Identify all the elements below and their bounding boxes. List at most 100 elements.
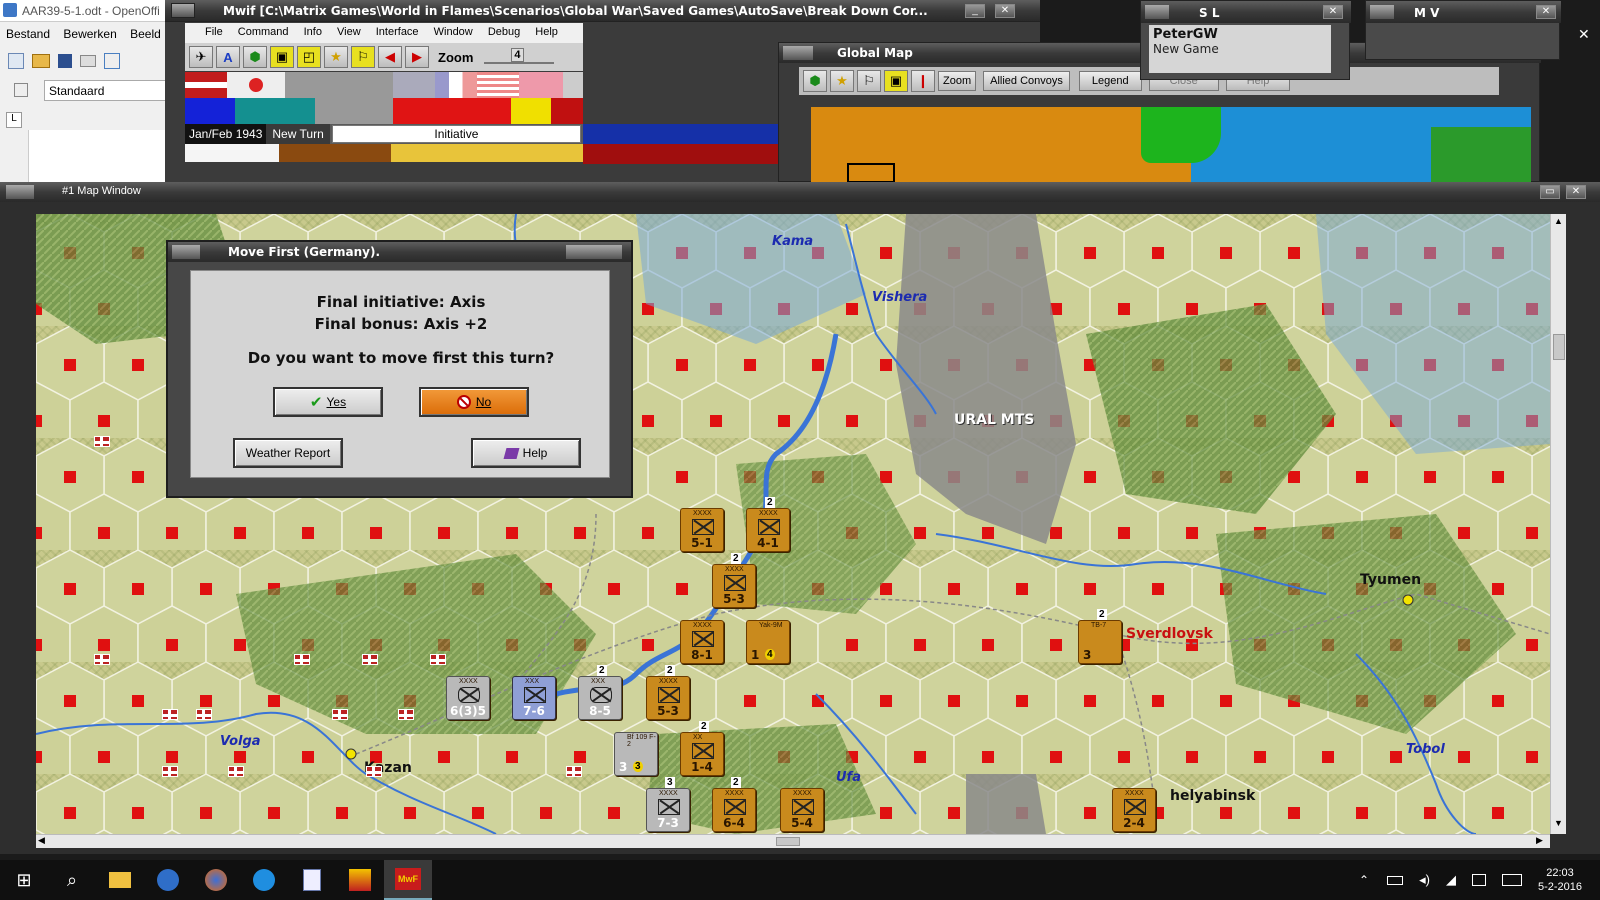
germany-flag-icon[interactable] bbox=[185, 72, 227, 98]
unit-counter[interactable]: XXXX 5-3 2 bbox=[712, 553, 756, 608]
document-app-icon[interactable] bbox=[288, 860, 336, 900]
britain-flag-icon[interactable] bbox=[393, 72, 435, 98]
unit-counter[interactable]: XXXX 8-1 bbox=[680, 620, 724, 664]
player-mv-close-button[interactable]: ✕ bbox=[1536, 5, 1556, 19]
player-sl-window-icon[interactable] bbox=[1145, 5, 1169, 19]
close-button[interactable]: ✕ bbox=[995, 4, 1015, 18]
map-window-icon[interactable] bbox=[6, 185, 34, 199]
menu-command[interactable]: Command bbox=[238, 26, 289, 38]
gm-flag-icon[interactable]: ⚐ bbox=[857, 70, 881, 92]
menu-window[interactable]: Window bbox=[434, 26, 473, 38]
clock[interactable]: 22:03 5-2-2016 bbox=[1538, 866, 1582, 894]
star-icon[interactable]: ★ bbox=[324, 46, 348, 68]
desktop-close-icon[interactable]: ✕ bbox=[1578, 26, 1590, 43]
italy-flag-icon[interactable] bbox=[285, 72, 393, 98]
edit-icon[interactable] bbox=[104, 53, 120, 69]
ussr-flag-icon[interactable] bbox=[519, 72, 563, 98]
unit-counter[interactable]: XX 1-4 2 bbox=[680, 721, 724, 776]
menu-view[interactable]: View bbox=[337, 26, 361, 38]
global-map-view[interactable] bbox=[811, 107, 1531, 183]
arrow-left-icon[interactable]: ◀ bbox=[378, 46, 402, 68]
search-icon[interactable]: ⌕ bbox=[48, 860, 96, 900]
yes-button[interactable]: ✔ Yes bbox=[273, 387, 383, 417]
map-minimize-button[interactable]: ▭ bbox=[1540, 185, 1560, 199]
file-explorer-icon[interactable] bbox=[96, 860, 144, 900]
player-mv-window-icon[interactable] bbox=[1370, 5, 1394, 19]
firefox-icon[interactable] bbox=[192, 860, 240, 900]
menu-debug[interactable]: Debug bbox=[488, 26, 520, 38]
help-button[interactable]: Help bbox=[471, 438, 581, 468]
map-vertical-scrollbar[interactable]: ▲ ▼ bbox=[1550, 214, 1566, 834]
unit-counter[interactable]: XXXX 5-1 bbox=[680, 508, 724, 552]
unit-counter[interactable]: XXXX 5-4 bbox=[780, 788, 824, 832]
no-button[interactable]: No bbox=[419, 387, 529, 417]
mwif-window-icon[interactable] bbox=[171, 3, 195, 18]
volume-icon[interactable]: ◂) bbox=[1419, 872, 1430, 888]
letter-a-icon[interactable]: A bbox=[216, 46, 240, 68]
unit-counter[interactable]: XXXX 6(3)5 bbox=[446, 676, 490, 720]
scroll-thumb-v[interactable] bbox=[1553, 334, 1565, 360]
notifications-icon[interactable] bbox=[1471, 874, 1486, 886]
unit-counter[interactable]: Yak-9M 1 4 bbox=[746, 620, 790, 664]
france-flag-icon[interactable] bbox=[435, 72, 477, 98]
gm-star-icon[interactable]: ★ bbox=[830, 70, 854, 92]
minimize-button[interactable]: _ bbox=[965, 4, 985, 18]
globe-browser-icon[interactable] bbox=[144, 860, 192, 900]
japan-flag-icon[interactable] bbox=[227, 72, 285, 98]
wifi-icon[interactable]: ◢ bbox=[1446, 872, 1456, 888]
hex-icon[interactable]: ⬢ bbox=[243, 46, 267, 68]
arrow-right-icon[interactable]: ▶ bbox=[405, 46, 429, 68]
scroll-thumb-h[interactable] bbox=[776, 837, 800, 846]
windows-start-icon[interactable]: ⊞ bbox=[0, 860, 48, 900]
unit-counter[interactable]: XXXX 7-3 3 bbox=[646, 777, 690, 832]
plane-tool-icon[interactable]: ✈ bbox=[189, 46, 213, 68]
openoffice-menu-bewerken[interactable]: Bewerken bbox=[63, 27, 116, 41]
keyboard-icon[interactable] bbox=[1501, 874, 1522, 886]
styles-icon[interactable] bbox=[14, 83, 28, 97]
zoom-slider[interactable]: 4 bbox=[484, 48, 555, 64]
unit-counter[interactable]: XXX 7-6 bbox=[512, 676, 556, 720]
scroll-up-icon[interactable]: ▲ bbox=[1554, 216, 1563, 226]
gm-legend-button[interactable]: Legend bbox=[1078, 71, 1142, 91]
menu-interface[interactable]: Interface bbox=[376, 26, 419, 38]
gm-zoom-button[interactable]: Zoom bbox=[938, 71, 977, 91]
scroll-down-icon[interactable]: ▼ bbox=[1554, 818, 1563, 828]
player-sl-close-button[interactable]: ✕ bbox=[1323, 5, 1343, 19]
mwif-app-icon[interactable]: MwF bbox=[384, 860, 432, 900]
open-folder-icon[interactable] bbox=[32, 54, 50, 68]
menu-info[interactable]: Info bbox=[304, 26, 322, 38]
unit-counter[interactable]: XXX 8-5 2 bbox=[578, 665, 622, 720]
unit-counter[interactable]: Bf 109 F-2 3 3 bbox=[614, 732, 658, 776]
counter-icon[interactable]: ◰ bbox=[297, 46, 321, 68]
unit-counter[interactable]: XXXX 4-1 2 bbox=[746, 497, 790, 552]
map-horizontal-scrollbar[interactable]: ◀ ▶ bbox=[36, 834, 1550, 848]
save-icon[interactable] bbox=[58, 54, 72, 68]
unit-icon[interactable]: ▣ bbox=[270, 46, 294, 68]
gm-thermometer-icon[interactable]: ❙ bbox=[911, 70, 935, 92]
paragraph-style-field[interactable]: Standaard bbox=[44, 80, 166, 101]
messenger-icon[interactable] bbox=[240, 860, 288, 900]
menu-help[interactable]: Help bbox=[535, 26, 558, 38]
openoffice-menu-bestand[interactable]: Bestand bbox=[6, 27, 50, 41]
map-close-button[interactable]: ✕ bbox=[1566, 185, 1586, 199]
tray-chevron-icon[interactable]: ⌃ bbox=[1359, 873, 1369, 887]
dialog-window-icon[interactable] bbox=[172, 245, 200, 259]
weather-report-button[interactable]: Weather Report bbox=[233, 438, 343, 468]
scroll-right-icon[interactable]: ▶ bbox=[1536, 835, 1543, 846]
china-flag-icon[interactable] bbox=[563, 72, 583, 98]
unit-counter[interactable]: XXXX 6-4 2 bbox=[712, 777, 756, 832]
flag-icon[interactable]: ⚐ bbox=[351, 46, 375, 68]
gm-allied-convoys-button[interactable]: Allied Convoys bbox=[983, 71, 1070, 91]
unit-counter[interactable]: TB-7 3 2 bbox=[1078, 609, 1122, 664]
gm-hex-icon[interactable]: ⬢ bbox=[803, 70, 827, 92]
mail-icon[interactable] bbox=[80, 55, 96, 67]
new-document-icon[interactable] bbox=[8, 53, 24, 69]
scroll-left-icon[interactable]: ◀ bbox=[38, 835, 45, 846]
battery-icon[interactable] bbox=[1387, 875, 1404, 885]
gm-unit-icon[interactable]: ▣ bbox=[884, 70, 908, 92]
unit-counter[interactable]: XXXX 5-3 2 bbox=[646, 665, 690, 720]
global-map-window-icon[interactable] bbox=[783, 46, 813, 60]
unit-counter[interactable]: XXXX 2-4 bbox=[1112, 788, 1156, 832]
openoffice-menu-beeld[interactable]: Beeld bbox=[130, 27, 161, 41]
game-launcher-icon[interactable] bbox=[336, 860, 384, 900]
